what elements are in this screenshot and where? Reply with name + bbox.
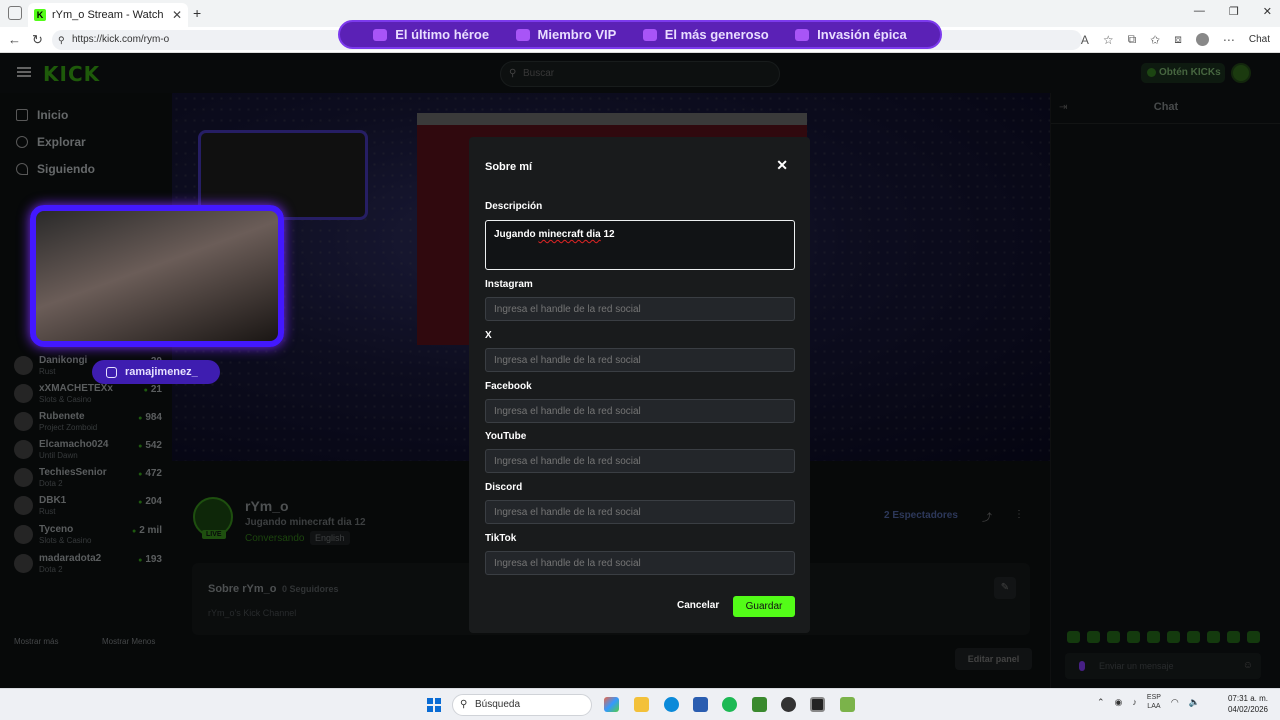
close-window-icon[interactable]: ✕ [1263, 5, 1272, 18]
achievement-badge: Invasión épica [795, 27, 907, 42]
language-indicator[interactable]: ESP LAA [1147, 693, 1161, 711]
tab-actions-icon[interactable] [8, 6, 22, 20]
heart-icon [373, 28, 388, 41]
kick-favicon-icon: K [34, 9, 46, 21]
save-button[interactable]: Guardar [733, 596, 795, 617]
star-icon [515, 28, 530, 41]
minecraft-launcher-icon[interactable] [840, 697, 855, 712]
achievements-banner: El último héroe Miembro VIP El más gener… [338, 20, 942, 49]
more-menu-icon[interactable]: ⋯ [1223, 33, 1235, 47]
favorite-icon[interactable]: ☆ [1103, 33, 1114, 47]
favorites-bar-icon[interactable]: ✩ [1150, 33, 1160, 47]
achievement-badge: El más generoso [642, 27, 769, 42]
description-label: Descripción [485, 201, 543, 212]
tab-title: rYm_o Stream - Watch Live on Kick [52, 9, 166, 21]
taskbar-clock[interactable]: 07:31 a. m. 04/02/2026 [1228, 693, 1268, 715]
capcut-icon[interactable] [810, 697, 825, 712]
split-screen-icon[interactable]: ⧉ [1128, 32, 1137, 47]
wifi-icon[interactable]: ◠ [1171, 697, 1179, 708]
mic-tray-icon[interactable]: ♪ [1132, 697, 1137, 707]
profile-avatar[interactable] [1195, 33, 1209, 46]
keyboard-layout: LAA [1147, 703, 1161, 710]
achievement-badge: El último héroe [373, 27, 489, 42]
copilot-chat-button[interactable]: Chat [1249, 34, 1270, 45]
achievement-label: El más generoso [664, 27, 769, 42]
gift-icon [642, 28, 657, 41]
windows-taskbar: ⚲ Búsqueda ⌃ ◉ ♪ ESP LAA ◠ 🔈 07:31 a. m.… [0, 688, 1280, 720]
x-label: X [485, 330, 492, 341]
browser-tab[interactable]: K rYm_o Stream - Watch Live on Kick ✕ [28, 3, 188, 27]
search-icon: ⚲ [460, 699, 468, 710]
tiktok-label: TikTok [485, 533, 517, 544]
obs-icon[interactable] [781, 697, 796, 712]
achievement-label: Invasión épica [817, 27, 907, 42]
url-text: https://kick.com/rym-o [72, 34, 170, 45]
webcam-overlay [30, 205, 284, 347]
discord-label: Discord [485, 482, 523, 493]
facebook-field[interactable] [485, 399, 795, 423]
achievement-badge: Miembro VIP [515, 27, 617, 42]
x-field[interactable] [485, 348, 795, 372]
taskbar-search-label: Búsqueda [475, 699, 521, 710]
description-text-part: 12 [600, 229, 615, 240]
back-icon[interactable]: ← [8, 32, 21, 47]
facebook-label: Facebook [485, 381, 532, 392]
achievement-label: El último héroe [395, 27, 490, 42]
reload-icon[interactable]: ↻ [32, 32, 43, 48]
close-icon[interactable]: ✕ [776, 157, 788, 174]
browser-toolbar: A ☆ ⧉ ✩ ⧈ ⋯ Chat [1081, 32, 1270, 47]
description-textarea[interactable]: Jugando minecraft dia 12 [485, 220, 795, 270]
description-misspelled-text: minecraft dia [538, 229, 601, 240]
taskbar-search[interactable]: ⚲ Búsqueda [452, 694, 592, 716]
youtube-field[interactable] [485, 449, 795, 473]
minecraft-icon[interactable] [752, 697, 767, 712]
youtube-label: YouTube [485, 431, 527, 442]
tiktok-field[interactable] [485, 551, 795, 575]
new-tab-icon[interactable]: + [193, 5, 201, 21]
instagram-handle: ramajimenez_ [125, 366, 198, 378]
spotify-icon[interactable] [722, 697, 737, 712]
close-tab-icon[interactable]: ✕ [172, 8, 182, 22]
about-me-modal: Sobre mí ✕ Descripción Jugando minecraft… [469, 137, 810, 633]
read-aloud-icon[interactable]: A [1081, 33, 1089, 47]
cancel-button[interactable]: Cancelar [677, 600, 719, 611]
restore-icon[interactable]: ❐ [1229, 5, 1239, 18]
window-controls: — ❐ ✕ [1194, 5, 1272, 18]
instagram-tag: ramajimenez_ [92, 360, 220, 384]
volume-icon[interactable]: 🔈 [1189, 697, 1200, 708]
tray-chevron-icon[interactable]: ⌃ [1097, 697, 1105, 708]
file-explorer-icon[interactable] [634, 697, 649, 712]
modal-title: Sobre mí [485, 161, 533, 173]
discord-field[interactable] [485, 500, 795, 524]
instagram-field[interactable] [485, 297, 795, 321]
extensions-icon[interactable]: ⧈ [1174, 32, 1182, 47]
site-info-icon[interactable]: ⚲ [58, 30, 65, 50]
language-code: ESP [1146, 694, 1161, 701]
clock-time: 07:31 a. m. [1227, 694, 1268, 703]
clock-date: 04/02/2026 [1227, 705, 1268, 714]
system-tray: ⌃ ◉ ♪ ESP LAA ◠ 🔈 [1097, 693, 1200, 711]
network-tray-icon[interactable]: ◉ [1115, 697, 1123, 708]
instagram-icon [106, 366, 117, 378]
achievement-label: Miembro VIP [537, 27, 617, 42]
edge-browser-icon[interactable] [664, 697, 679, 712]
alien-icon [795, 28, 810, 41]
instagram-label: Instagram [485, 279, 533, 290]
windows-start-icon[interactable] [427, 698, 441, 712]
minimize-icon[interactable]: — [1194, 5, 1205, 18]
description-text-part: Jugando [494, 229, 539, 240]
copilot-app-icon[interactable] [604, 697, 619, 712]
store-app-icon[interactable] [693, 697, 708, 712]
